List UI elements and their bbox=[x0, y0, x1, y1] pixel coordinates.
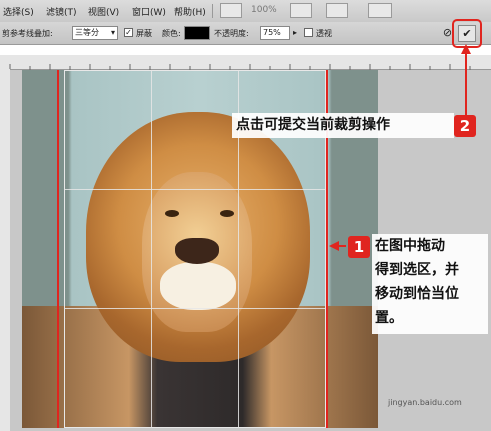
callout-drag-line: 得到选区，并 bbox=[375, 262, 459, 278]
callout-drag-line: 移动到恰当位 bbox=[375, 286, 459, 302]
callout-drag-line: 在图中拖动 bbox=[375, 238, 445, 254]
callout-drag: 在图中拖动 得到选区，并 移动到恰当位 置。 bbox=[372, 234, 488, 334]
watermark-text: jingyan.baidu.com bbox=[388, 398, 462, 407]
annotation-arrows bbox=[329, 44, 471, 251]
arrow-head-up-icon bbox=[461, 44, 471, 54]
step-2-badge: 2 bbox=[454, 115, 476, 137]
photoshop-window: 选择(S) 滤镜(T) 视图(V) 窗口(W) 帮助(H) 100% 剪参考线叠… bbox=[0, 0, 491, 431]
callout-drag-line: 置。 bbox=[375, 310, 403, 326]
arrow-head-left-icon bbox=[329, 241, 339, 251]
step-1-badge: 1 bbox=[348, 236, 370, 258]
callout-commit: 点击可提交当前裁剪操作 bbox=[232, 113, 454, 138]
callout-commit-text: 点击可提交当前裁剪操作 bbox=[236, 117, 390, 133]
arrow-to-commit bbox=[464, 48, 467, 119]
